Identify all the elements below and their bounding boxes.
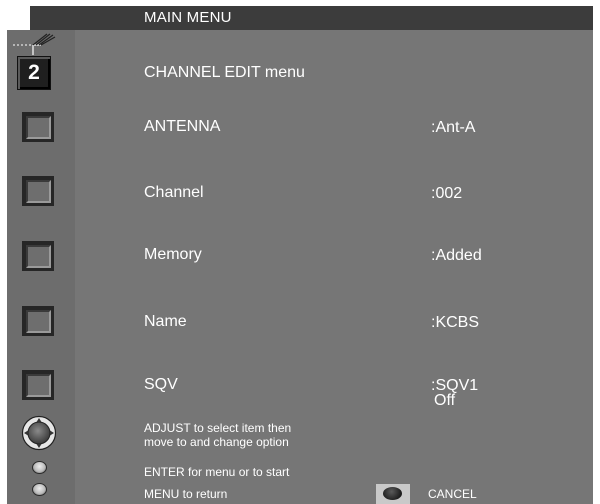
page-title: MAIN MENU (144, 9, 232, 26)
cancel-label: CANCEL (428, 487, 477, 501)
menu-item-label-channel: Channel (144, 184, 204, 201)
adjust-dial-icon[interactable] (21, 415, 57, 451)
hint-enter: ENTER for menu or to start (144, 465, 290, 479)
menu-item-value-antenna: :Ant-A (431, 119, 476, 136)
cancel-button-icon (383, 487, 402, 500)
antenna-select-button[interactable] (22, 112, 54, 142)
channel-select-button[interactable] (22, 176, 54, 206)
memory-select-button[interactable] (22, 241, 54, 271)
menu-item-value-channel: :002 (431, 185, 463, 202)
header-bar: MAIN MENU (30, 6, 593, 30)
antenna-icon (13, 33, 56, 55)
hint-adjust-line1: ADJUST to select item then (144, 421, 292, 435)
menu-item-value-memory: :Added (431, 247, 482, 264)
menu-item-label-sqv: SQV (144, 376, 178, 393)
sqv-value-secondary: Off (434, 392, 456, 409)
menu-item-value-sqv: :SQV1 Off (431, 377, 479, 409)
menu-item-label-name: Name (144, 313, 187, 330)
sqv-select-button[interactable] (22, 370, 54, 400)
menu-screen (7, 30, 593, 504)
cancel-button[interactable] (376, 484, 410, 504)
hint-adjust-line2: move to and change option (144, 435, 289, 449)
menu-button-icon[interactable] (32, 483, 47, 496)
menu-item-label-antenna: ANTENNA (144, 118, 221, 135)
menu-heading: CHANNEL EDIT menu (144, 64, 305, 81)
sqv-value-primary: :SQV1 (431, 377, 479, 394)
channel-number-display: 2 (17, 56, 51, 90)
enter-button-icon[interactable] (32, 461, 47, 474)
name-select-button[interactable] (22, 306, 54, 336)
hint-menu-return: MENU to return (144, 487, 228, 501)
menu-item-value-name: :KCBS (431, 314, 480, 331)
menu-item-label-memory: Memory (144, 246, 202, 263)
